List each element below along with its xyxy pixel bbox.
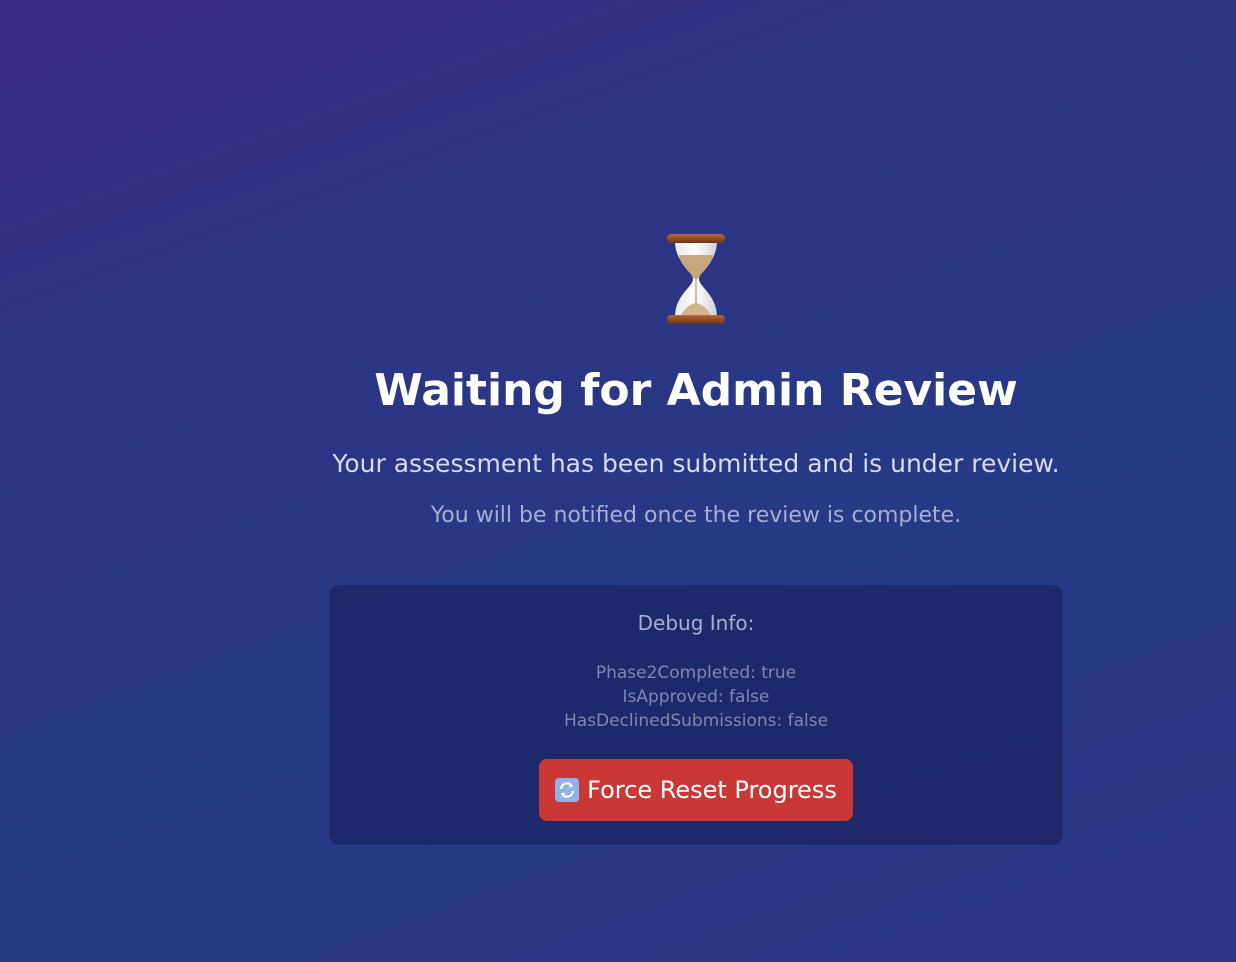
- debug-info-card: Debug Info: Phase2Completed: true IsAppr…: [329, 585, 1063, 845]
- debug-line-isapproved: IsApproved: false: [622, 687, 770, 707]
- force-reset-progress-button[interactable]: Force Reset Progress: [539, 759, 853, 821]
- status-message: Your assessment has been submitted and i…: [332, 449, 1060, 478]
- hourglass-icon: [667, 234, 725, 324]
- page-title: Waiting for Admin Review: [374, 365, 1018, 416]
- debug-line-phase2completed: Phase2Completed: true: [595, 663, 797, 683]
- notification-note: You will be notified once the review is …: [430, 503, 962, 528]
- force-reset-progress-label: Force Reset Progress: [587, 776, 837, 804]
- debug-lines: Phase2Completed: true IsApproved: false …: [329, 661, 1063, 733]
- refresh-icon: [555, 778, 580, 802]
- debug-title: Debug Info:: [637, 611, 755, 635]
- debug-line-hasdeclinedsubmissions: HasDeclinedSubmissions: false: [563, 711, 829, 731]
